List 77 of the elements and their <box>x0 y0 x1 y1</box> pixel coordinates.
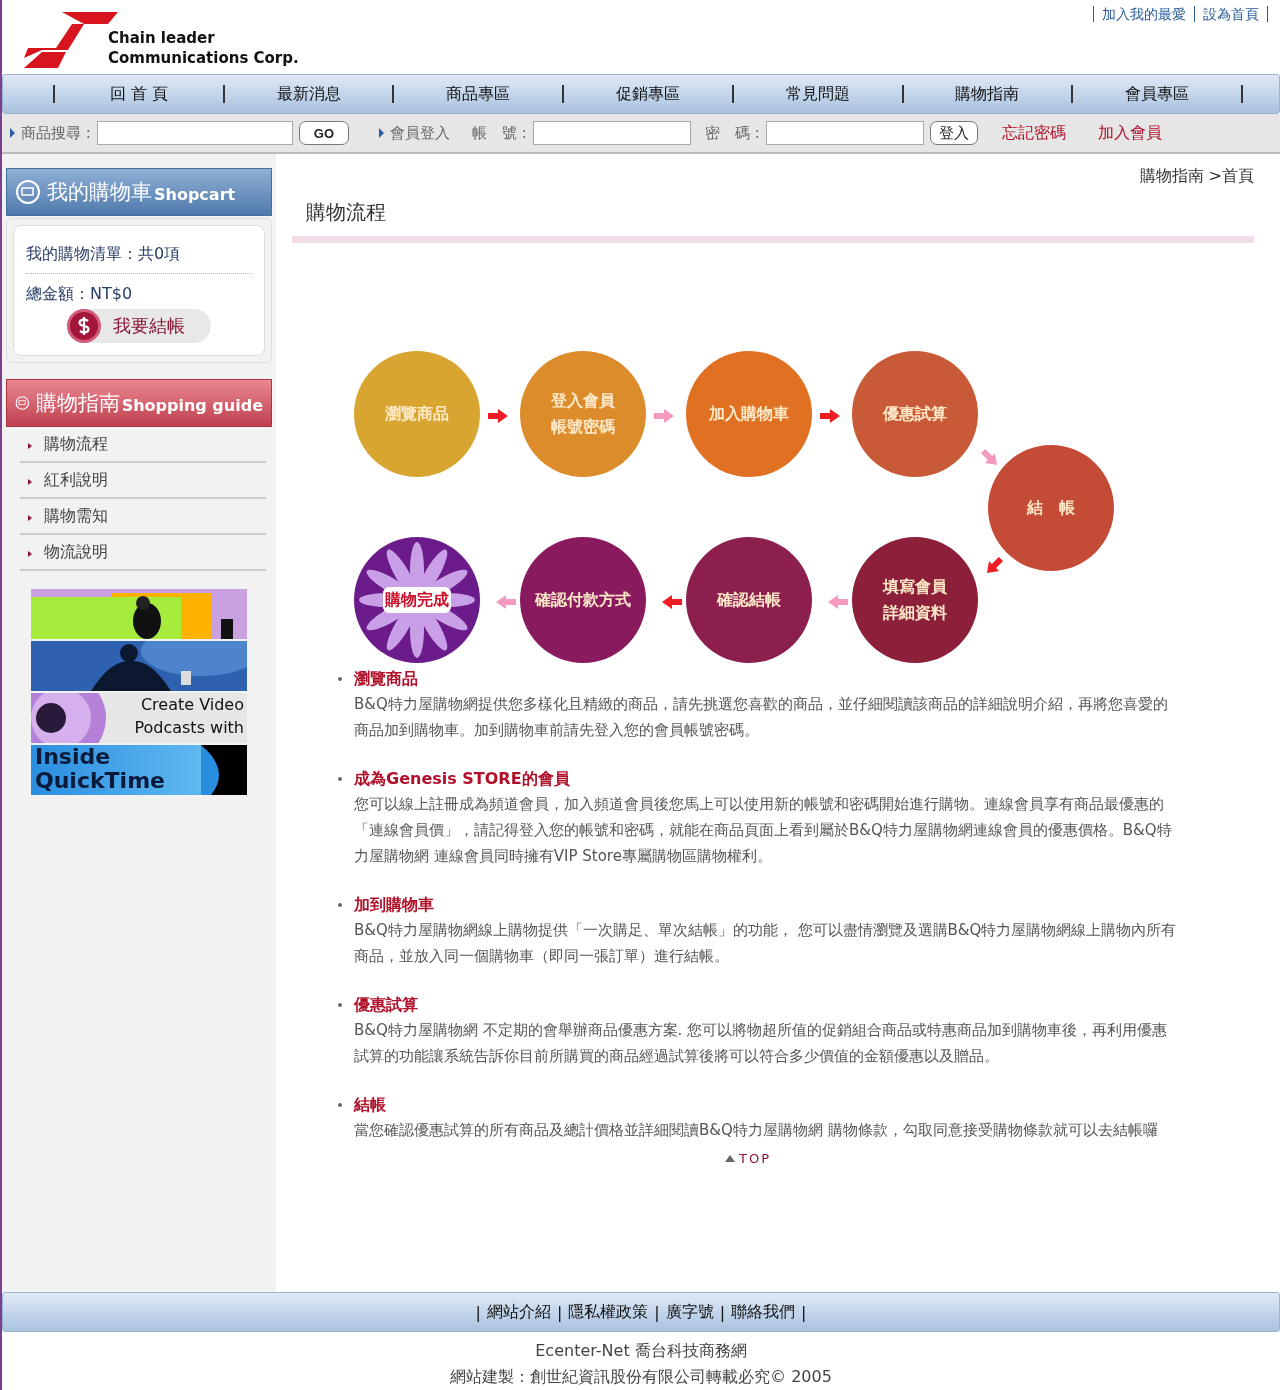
go-button[interactable]: GO <box>298 121 350 145</box>
flow-step: 登入會員 帳號密碼 <box>520 351 646 477</box>
section-title: 加到購物車 <box>354 894 434 916</box>
bullet-icon <box>338 677 342 681</box>
footer-link[interactable]: 隱私權政策 <box>568 1301 649 1323</box>
triangle-icon <box>379 128 385 138</box>
nav-item[interactable]: 促銷專區 <box>562 85 732 103</box>
account-field[interactable] <box>532 121 691 145</box>
flow-step: 結 帳 <box>988 445 1114 571</box>
password-label: 密 碼 : <box>704 123 760 143</box>
footer-link[interactable]: 廣字號 <box>665 1301 714 1323</box>
section-title: 優惠試算 <box>354 994 418 1016</box>
flow-step: 購物完成 <box>354 537 480 663</box>
footer-text: Ecenter-Net 喬台科技商務網 <box>534 1340 748 1362</box>
cart-title: 我的購物車 <box>47 179 152 206</box>
section-text: B&Q特力屋購物網提供您多樣化且精緻的商品，請先挑選您喜歡的商品，並仔細閱讀該商品的詳細說明介紹，再將您喜愛的商品加到購物車。加到購物車前請先登入您的會員帳號密碼。 <box>354 694 1169 741</box>
guide-item[interactable]: 紅利說明 <box>20 463 266 499</box>
flow-step: 加入購物車 <box>686 351 812 477</box>
section-text: 您可以線上註冊成為頻道會員，加入頻道會員後您馬上可以使用新的帳號和密碼開始進行購物。連線會員享有商品最優惠的「連線會員價」，請記得登入您的帳號和密碼，就能在商品頁面上看到屬於B&Q特力屋購物網連線會員的優惠價格。B&Q特力屋購物網 連線會員同時擁有VIP Store專屬購物區購物權利。 <box>354 794 1173 867</box>
separator: | <box>801 1302 807 1322</box>
nav-item[interactable]: 最新消息 <box>222 85 393 103</box>
nav-item[interactable]: 會員專區 <box>1071 85 1244 103</box>
bullet-icon <box>338 777 342 781</box>
dollar-icon <box>67 309 101 343</box>
forgot-password-link[interactable]: 忘記密碼 <box>1001 122 1066 144</box>
cart-total: 總金額：NT$0 <box>26 283 134 305</box>
footer-link[interactable]: 聯絡我們 <box>731 1301 796 1323</box>
guide-item[interactable]: 購物流程 <box>20 427 266 463</box>
bullet-icon <box>338 1003 342 1007</box>
banner-text: Create Video Podcasts with <box>107 693 247 743</box>
banner-text: Inside QuickTime <box>31 745 201 795</box>
top-link[interactable]: TOP <box>725 1151 771 1166</box>
top-link[interactable]: 設為首頁 <box>1194 6 1268 22</box>
separator: | <box>654 1302 660 1322</box>
account-label: 帳 號 : <box>472 123 527 143</box>
section-title: 成為Genesis STORE的會員 <box>354 768 570 790</box>
section-text: B&Q特力屋購物網 不定期的會舉辦商品優惠方案. 您可以將物超所值的促銷組合商品或特惠商品加到購物車後，再利用優惠試算的功能讓系統告訴你目前所購買的商品經過試算後將可以符合多少價值的金額優惠以及贈品。 <box>354 1020 1169 1067</box>
password-field[interactable] <box>765 121 924 145</box>
nav-item[interactable]: 購物指南 <box>901 85 1072 103</box>
footer-text: 網站建製：創世紀資訊股份有限公司轉載必究© 2005 <box>449 1366 833 1388</box>
flow-step: 填寫會員 詳細資料 <box>852 537 978 663</box>
flow-step: 確認付款方式 <box>520 537 646 663</box>
nav-item[interactable]: 回 首 頁 <box>53 85 223 103</box>
separator: | <box>556 1302 563 1322</box>
guide-title-en: Shopping guide <box>121 395 263 415</box>
flow-step: 確認結帳 <box>686 537 812 663</box>
top-link[interactable]: 加入我的最愛 <box>1093 6 1194 22</box>
separator: | <box>475 1302 481 1322</box>
guide-item[interactable]: 購物需知 <box>20 499 266 535</box>
search-field[interactable] <box>96 121 293 145</box>
flow-step: 優惠試算 <box>852 351 978 477</box>
section-title: 瀏覽商品 <box>354 668 418 690</box>
caret-up-icon <box>725 1155 735 1162</box>
section-text: B&Q特力屋購物網線上購物提供「一次購足、單次結帳」的功能， 您可以盡情瀏覽及選購B&Q特力屋購物網線上購物內所有商品，並放入同一個購物車（即同一張訂單）進行結帳。 <box>354 920 1178 967</box>
breadcrumb: 購物指南 >首頁 <box>1138 165 1254 187</box>
separator: | <box>719 1302 726 1322</box>
section-text: 當您確認優惠試算的所有商品及總計價格並詳細閱讀B&Q特力屋購物網 購物條款，勾取同意接受購物條款就可以去結帳囉 <box>354 1120 1159 1141</box>
login-button[interactable]: 登入 <box>929 121 978 145</box>
bullet-icon <box>338 1103 342 1107</box>
flow-step: 瀏覽商品 <box>354 351 480 477</box>
guide-item[interactable]: 物流說明 <box>20 535 266 571</box>
cart-title-en: Shopcart <box>154 184 236 204</box>
guide-title: 購物指南 <box>35 390 120 417</box>
nav-item[interactable]: 商品專區 <box>392 85 563 103</box>
bullet-icon <box>338 903 342 907</box>
logo-text: Chain leader <box>108 28 216 48</box>
checkout-button[interactable]: 我要結帳 <box>67 309 211 343</box>
nav-item[interactable]: 常見問題 <box>731 85 902 103</box>
footer-link[interactable]: 網站介紹 <box>486 1301 551 1323</box>
triangle-icon <box>10 128 15 138</box>
section-title: 結帳 <box>354 1094 386 1116</box>
join-link[interactable]: 加入會員 <box>1097 122 1162 144</box>
cart-list-text: 我的購物清單：共0項 <box>26 243 182 265</box>
login-label: 會員登入 <box>390 123 451 143</box>
logo-text: Communications Corp. <box>108 48 299 68</box>
search-label: 商品搜尋 : <box>21 123 91 143</box>
page-title: 購物流程 <box>292 187 1254 243</box>
